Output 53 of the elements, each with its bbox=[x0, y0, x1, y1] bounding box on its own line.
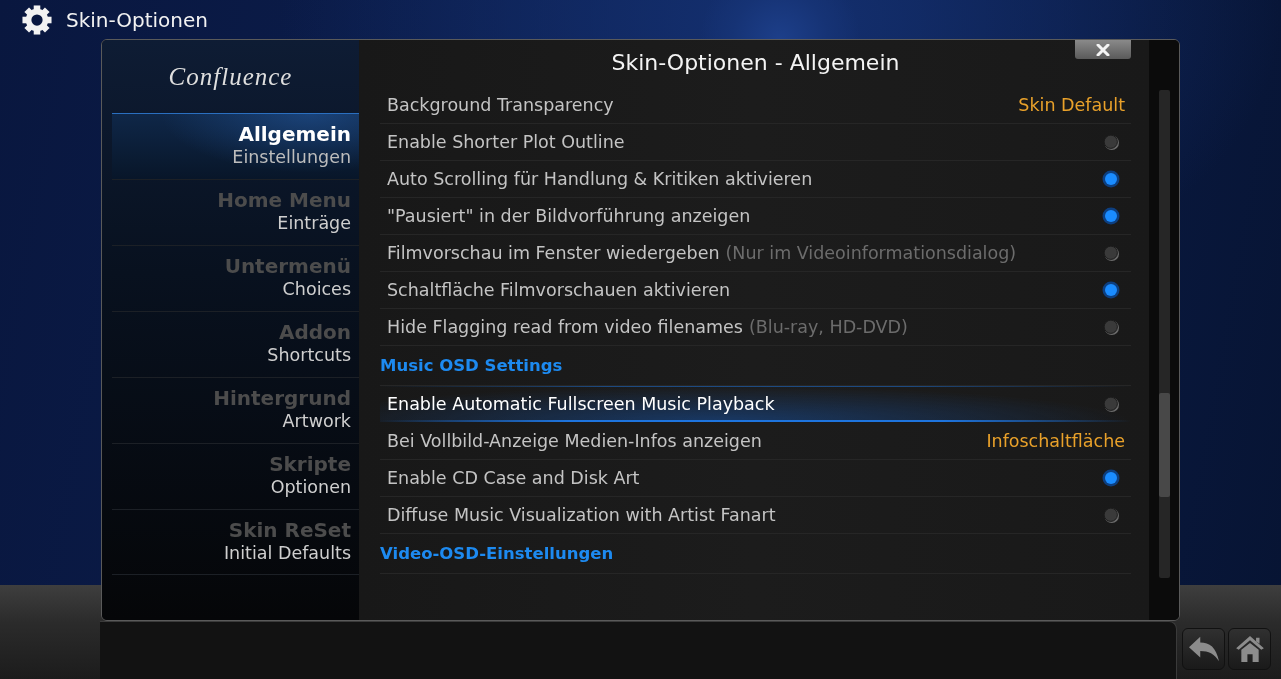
category-title: Skin ReSet bbox=[228, 517, 351, 543]
setting-row[interactable]: Schaltfläche Filmvorschauen aktivieren bbox=[380, 272, 1131, 309]
category-title: Addon bbox=[278, 319, 351, 345]
setting-label: Hide Flagging read from video filenames bbox=[387, 316, 743, 338]
scrollbar-thumb[interactable] bbox=[1158, 393, 1170, 497]
setting-label: Schaltfläche Filmvorschauen aktivieren bbox=[387, 279, 731, 301]
setting-value: Skin Default bbox=[1018, 94, 1125, 116]
setting-row[interactable]: Bei Vollbild-Anzeige Medien-Infos anzeigen Infoschaltfläche bbox=[380, 423, 1131, 460]
close-button[interactable] bbox=[1075, 40, 1131, 59]
category-subtitle: Shortcuts bbox=[267, 345, 351, 365]
category-subtitle: Optionen bbox=[270, 477, 351, 497]
setting-row[interactable]: Enable Shorter Plot Outline bbox=[380, 124, 1131, 161]
category-subtitle: Einträge bbox=[277, 213, 351, 233]
setting-label: "Pausiert" in der Bildvorführung anzeigen bbox=[387, 205, 751, 227]
setting-label: Enable Shorter Plot Outline bbox=[387, 131, 625, 153]
setting-label: Bei Vollbild-Anzeige Medien-Infos anzeigen bbox=[387, 430, 762, 452]
setting-row[interactable]: Enable Automatic Fullscreen Music Playback bbox=[380, 386, 1131, 423]
category-title: Hintergrund bbox=[213, 385, 351, 411]
setting-note: (Nur im Videoinformationsdialog) bbox=[725, 242, 1017, 264]
setting-row[interactable]: Hide Flagging read from video filenames (Blu-ray, HD-DVD) bbox=[380, 309, 1131, 346]
section-heading: Music OSD Settings bbox=[380, 346, 1131, 386]
category-subtitle: Choices bbox=[282, 279, 351, 299]
close-icon bbox=[1096, 43, 1110, 56]
setting-row[interactable]: Diffuse Music Visualization with Artist Fanart bbox=[380, 497, 1131, 534]
settings-icon bbox=[22, 4, 52, 35]
setting-row[interactable]: Enable CD Case and Disk Art bbox=[380, 460, 1131, 497]
setting-label: Background Transparency bbox=[387, 94, 614, 116]
back-arrow-icon bbox=[1188, 636, 1219, 662]
category-subtitle: Artwork bbox=[282, 411, 351, 431]
setting-label: Diffuse Music Visualization with Artist Fanart bbox=[387, 504, 776, 526]
setting-label: Auto Scrolling für Handlung & Kritiken aktivieren bbox=[387, 168, 813, 190]
setting-row[interactable]: Auto Scrolling für Handlung & Kritiken aktivieren bbox=[380, 161, 1131, 198]
dialog-title: Skin-Optionen - Allgemein bbox=[611, 49, 900, 76]
setting-value: Infoschaltfläche bbox=[986, 430, 1125, 452]
setting-row[interactable]: "Pausiert" in der Bildvorführung anzeigen bbox=[380, 198, 1131, 235]
category-title: Skripte bbox=[269, 451, 351, 477]
back-button[interactable] bbox=[1182, 628, 1225, 670]
category-title: Allgemein bbox=[238, 121, 351, 147]
category-subtitle: Initial Defaults bbox=[223, 543, 351, 563]
setting-row[interactable]: Filmvorschau im Fenster wiedergeben (Nur im Videoinformationsdialog) bbox=[380, 235, 1131, 272]
setting-label: Enable Automatic Fullscreen Music Playback bbox=[387, 393, 775, 415]
logo-text: Confluence bbox=[168, 61, 293, 92]
setting-label: Filmvorschau im Fenster wiedergeben bbox=[387, 242, 720, 264]
page-title: Skin-Optionen bbox=[66, 7, 208, 32]
category-subtitle: Einstellungen bbox=[232, 147, 351, 167]
section-heading: Video-OSD-Einstellungen bbox=[380, 534, 1131, 574]
category-title: Home Menu bbox=[217, 187, 351, 213]
setting-note: (Blu-ray, HD-DVD) bbox=[749, 316, 908, 338]
setting-row[interactable]: Background Transparency Skin Default bbox=[380, 87, 1131, 124]
setting-label: Enable CD Case and Disk Art bbox=[387, 467, 640, 489]
category-title: Untermenü bbox=[224, 253, 351, 279]
home-button[interactable] bbox=[1228, 628, 1271, 670]
home-icon bbox=[1234, 636, 1265, 662]
